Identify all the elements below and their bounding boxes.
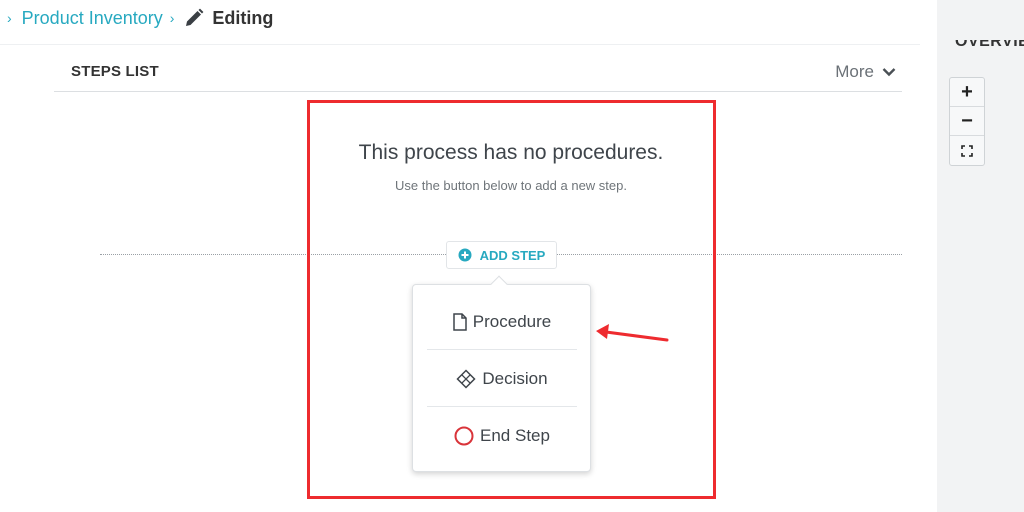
- more-label: More: [835, 62, 874, 81]
- add-step-button[interactable]: ADD STEP: [446, 241, 557, 269]
- breadcrumb-current-label: Editing: [212, 7, 274, 28]
- empty-state-title: This process has no procedures.: [358, 141, 664, 164]
- overview-panel: OVERVIEW + −: [937, 0, 1024, 512]
- header-divider: [0, 44, 920, 45]
- more-button[interactable]: More: [835, 62, 896, 82]
- pencil-icon: [186, 8, 204, 26]
- menu-item-decision[interactable]: Decision: [427, 351, 577, 407]
- add-step-menu: Procedure Decision End Step: [412, 284, 591, 472]
- plus-circle-icon: [458, 248, 472, 262]
- annotation-arrow-icon: [596, 324, 669, 342]
- breadcrumb-separator: ›: [7, 10, 12, 26]
- zoom-controls: + −: [949, 77, 985, 166]
- breadcrumb-separator: ›: [169, 10, 175, 26]
- menu-item-label: Decision: [482, 368, 548, 388]
- zoom-in-button[interactable]: +: [950, 78, 984, 107]
- menu-item-label: Procedure: [472, 311, 552, 331]
- empty-state-subtitle: Use the button below to add a new step.: [395, 178, 627, 193]
- breadcrumb-current: Editing: [184, 8, 273, 29]
- add-step-label: ADD STEP: [479, 247, 546, 263]
- fit-screen-icon: [961, 144, 973, 157]
- breadcrumb-parent-link[interactable]: Product Inventory: [22, 8, 163, 29]
- steps-list-header: STEPS LIST More: [54, 52, 902, 92]
- fit-to-screen-button[interactable]: [950, 136, 984, 165]
- menu-item-end-step[interactable]: End Step: [427, 408, 577, 464]
- zoom-out-button[interactable]: −: [950, 107, 984, 136]
- steps-list-title: STEPS LIST: [71, 63, 159, 80]
- menu-item-procedure[interactable]: Procedure: [427, 294, 577, 350]
- overview-title: OVERVIEW: [955, 40, 1024, 50]
- circle-icon: [454, 426, 474, 446]
- diamond-icon: [456, 368, 476, 389]
- menu-item-label: End Step: [480, 426, 550, 445]
- document-icon: [453, 312, 467, 331]
- breadcrumb: › Product Inventory › Editing: [0, 0, 920, 36]
- chevron-down-icon: [882, 68, 896, 77]
